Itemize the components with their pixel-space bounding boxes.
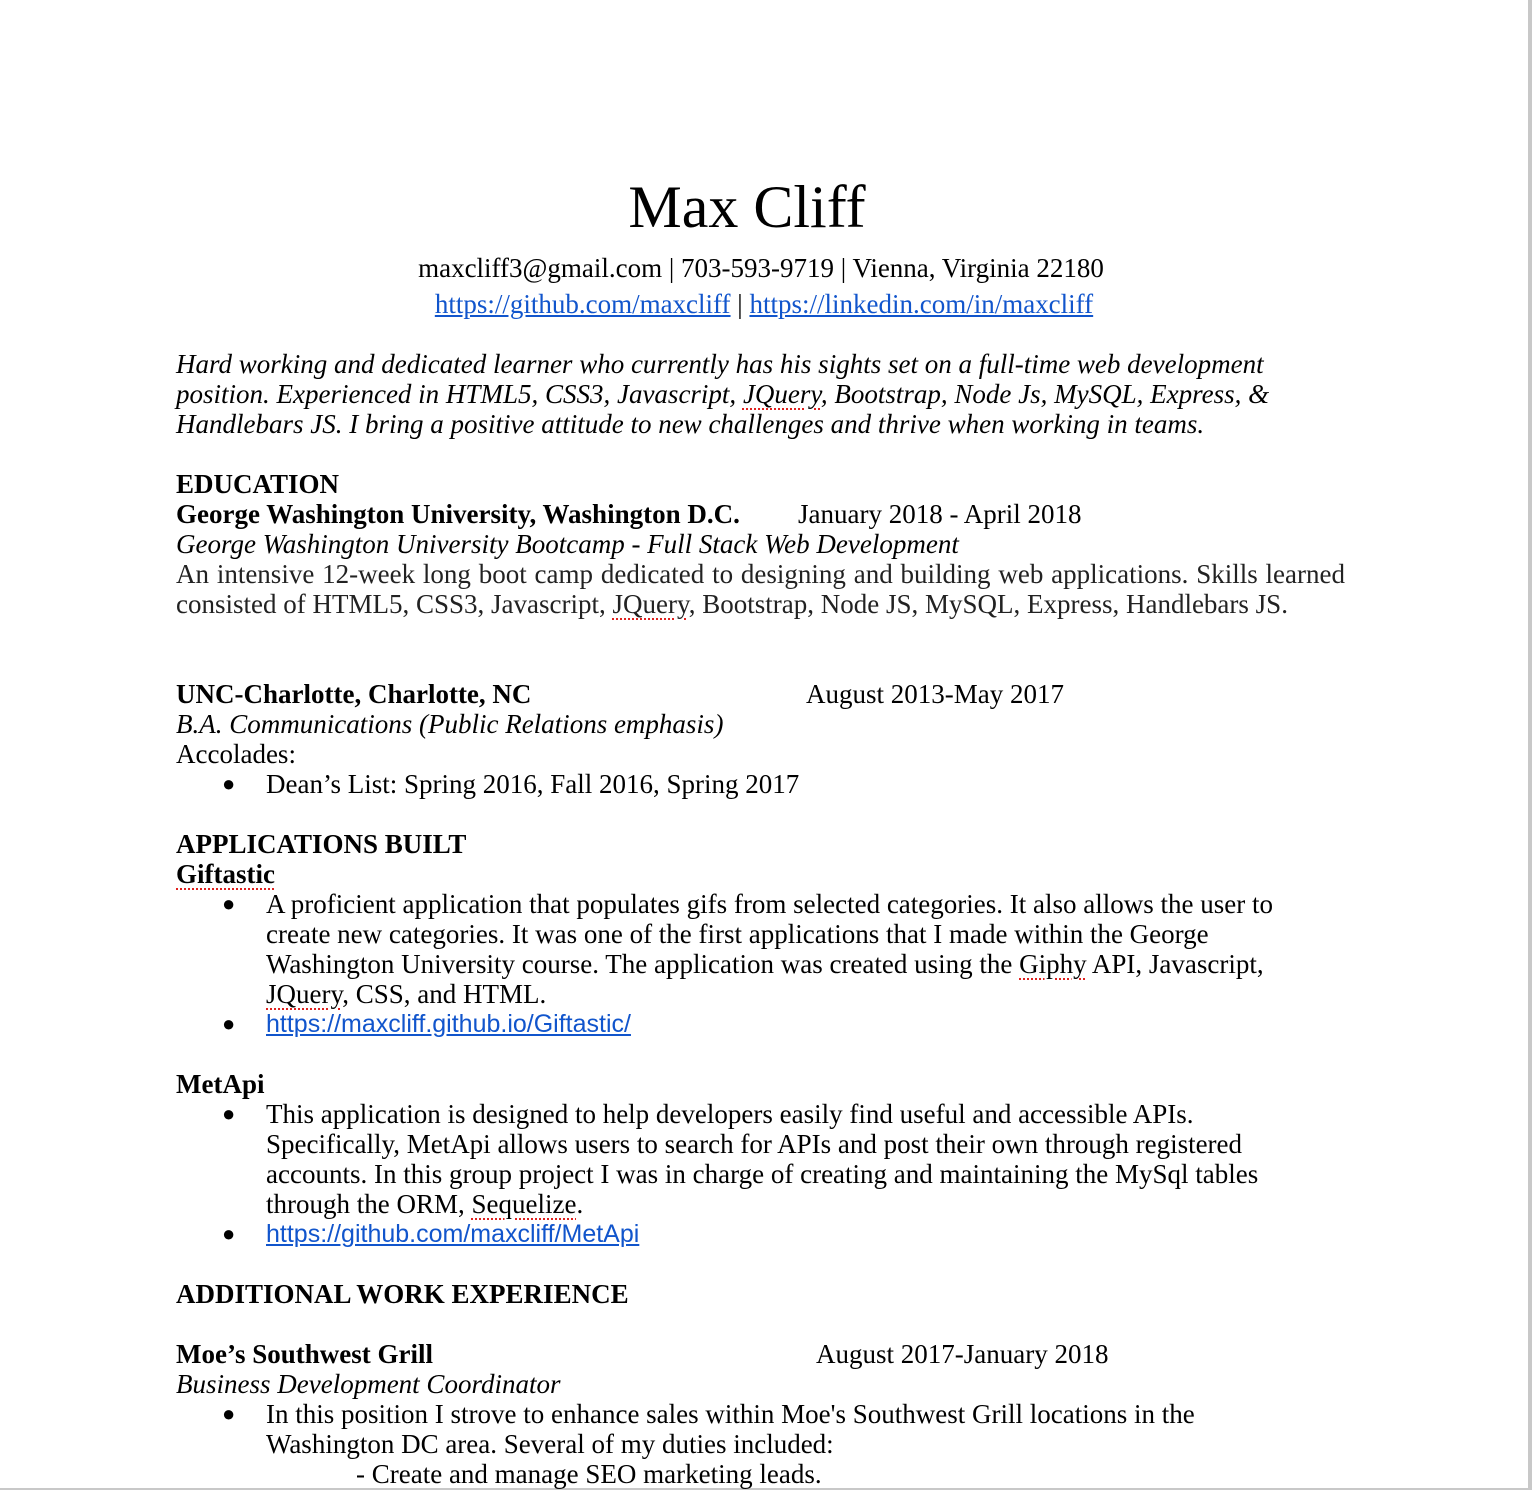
giftastic-link-item: https://maxcliff.github.io/Giftastic/ xyxy=(266,1009,631,1039)
moes-company: Moe’s Southwest Grill xyxy=(176,1339,433,1369)
giftastic-desc-text-3: , CSS, and HTML. xyxy=(342,979,547,1009)
education-heading: EDUCATION xyxy=(176,469,340,499)
link-separator: | xyxy=(730,289,750,319)
unc-school: UNC-Charlotte, Charlotte, NC xyxy=(176,679,532,709)
bullet-icon: ● xyxy=(222,1401,236,1426)
giftastic-spell-word-2: JQuery xyxy=(266,979,343,1009)
giftastic-spell-word-1: Giphy xyxy=(1019,949,1087,979)
bullet-icon: ● xyxy=(222,891,236,916)
accolade-item: Dean’s List: Spring 2016, Fall 2016, Spr… xyxy=(266,769,800,799)
applications-heading: APPLICATIONS BUILT xyxy=(176,829,467,859)
unc-degree: B.A. Communications (Public Relations em… xyxy=(176,709,724,739)
gwu-desc-text-2: , Bootstrap, Node JS, MySQL, Express, Ha… xyxy=(688,589,1288,619)
unc-dates: August 2013-May 2017 xyxy=(806,679,1064,709)
gwu-program: George Washington University Bootcamp - … xyxy=(176,529,959,559)
summary-spell-word: JQuery xyxy=(742,379,821,409)
bullet-icon: ● xyxy=(222,1101,236,1126)
metapi-title: MetApi xyxy=(176,1069,265,1099)
giftastic-desc-text-2: API, Javascript, xyxy=(1086,949,1264,979)
profile-links: https://github.com/maxcliff | https://li… xyxy=(0,288,1528,320)
moes-duty: - Create and manage SEO marketing leads. xyxy=(356,1459,822,1489)
metapi-link[interactable]: https://github.com/maxcliff/MetApi xyxy=(266,1220,639,1248)
gwu-school: George Washington University, Washington… xyxy=(176,499,740,529)
metapi-description: This application is designed to help dev… xyxy=(266,1099,1296,1219)
github-link[interactable]: https://github.com/maxcliff xyxy=(435,289,731,319)
bullet-icon: ● xyxy=(222,771,236,796)
bullet-icon: ● xyxy=(222,1011,236,1036)
giftastic-description: A proficient application that populates … xyxy=(266,889,1306,1009)
linkedin-link[interactable]: https://linkedin.com/in/maxcliff xyxy=(749,289,1093,319)
moes-dates: August 2017-January 2018 xyxy=(816,1339,1109,1369)
gwu-desc-spell-word: JQuery xyxy=(612,589,689,619)
metapi-desc-text-1: This application is designed to help dev… xyxy=(266,1099,1259,1219)
metapi-desc-text-2: . xyxy=(576,1189,584,1219)
giftastic-title: Giftastic xyxy=(176,859,275,889)
contact-line: maxcliff3@gmail.com | 703-593-9719 | Vie… xyxy=(418,253,1104,283)
gwu-description: An intensive 12-week long boot camp dedi… xyxy=(176,559,1345,619)
moes-description: In this position I strove to enhance sal… xyxy=(266,1399,1195,1459)
resume-name: Max Cliff xyxy=(628,174,866,240)
metapi-link-item: https://github.com/maxcliff/MetApi xyxy=(266,1219,639,1249)
summary-paragraph: Hard working and dedicated learner who c… xyxy=(176,349,1356,439)
work-heading: ADDITIONAL WORK EXPERIENCE xyxy=(176,1279,629,1309)
giftastic-link[interactable]: https://maxcliff.github.io/Giftastic/ xyxy=(266,1010,631,1038)
gwu-dates: January 2018 - April 2018 xyxy=(798,499,1082,529)
moes-role: Business Development Coordinator xyxy=(176,1369,561,1399)
bullet-icon: ● xyxy=(222,1221,236,1246)
metapi-spell-word: Sequelize xyxy=(471,1189,577,1219)
page-edge xyxy=(1528,0,1532,1490)
accolades-label: Accolades: xyxy=(176,739,296,769)
